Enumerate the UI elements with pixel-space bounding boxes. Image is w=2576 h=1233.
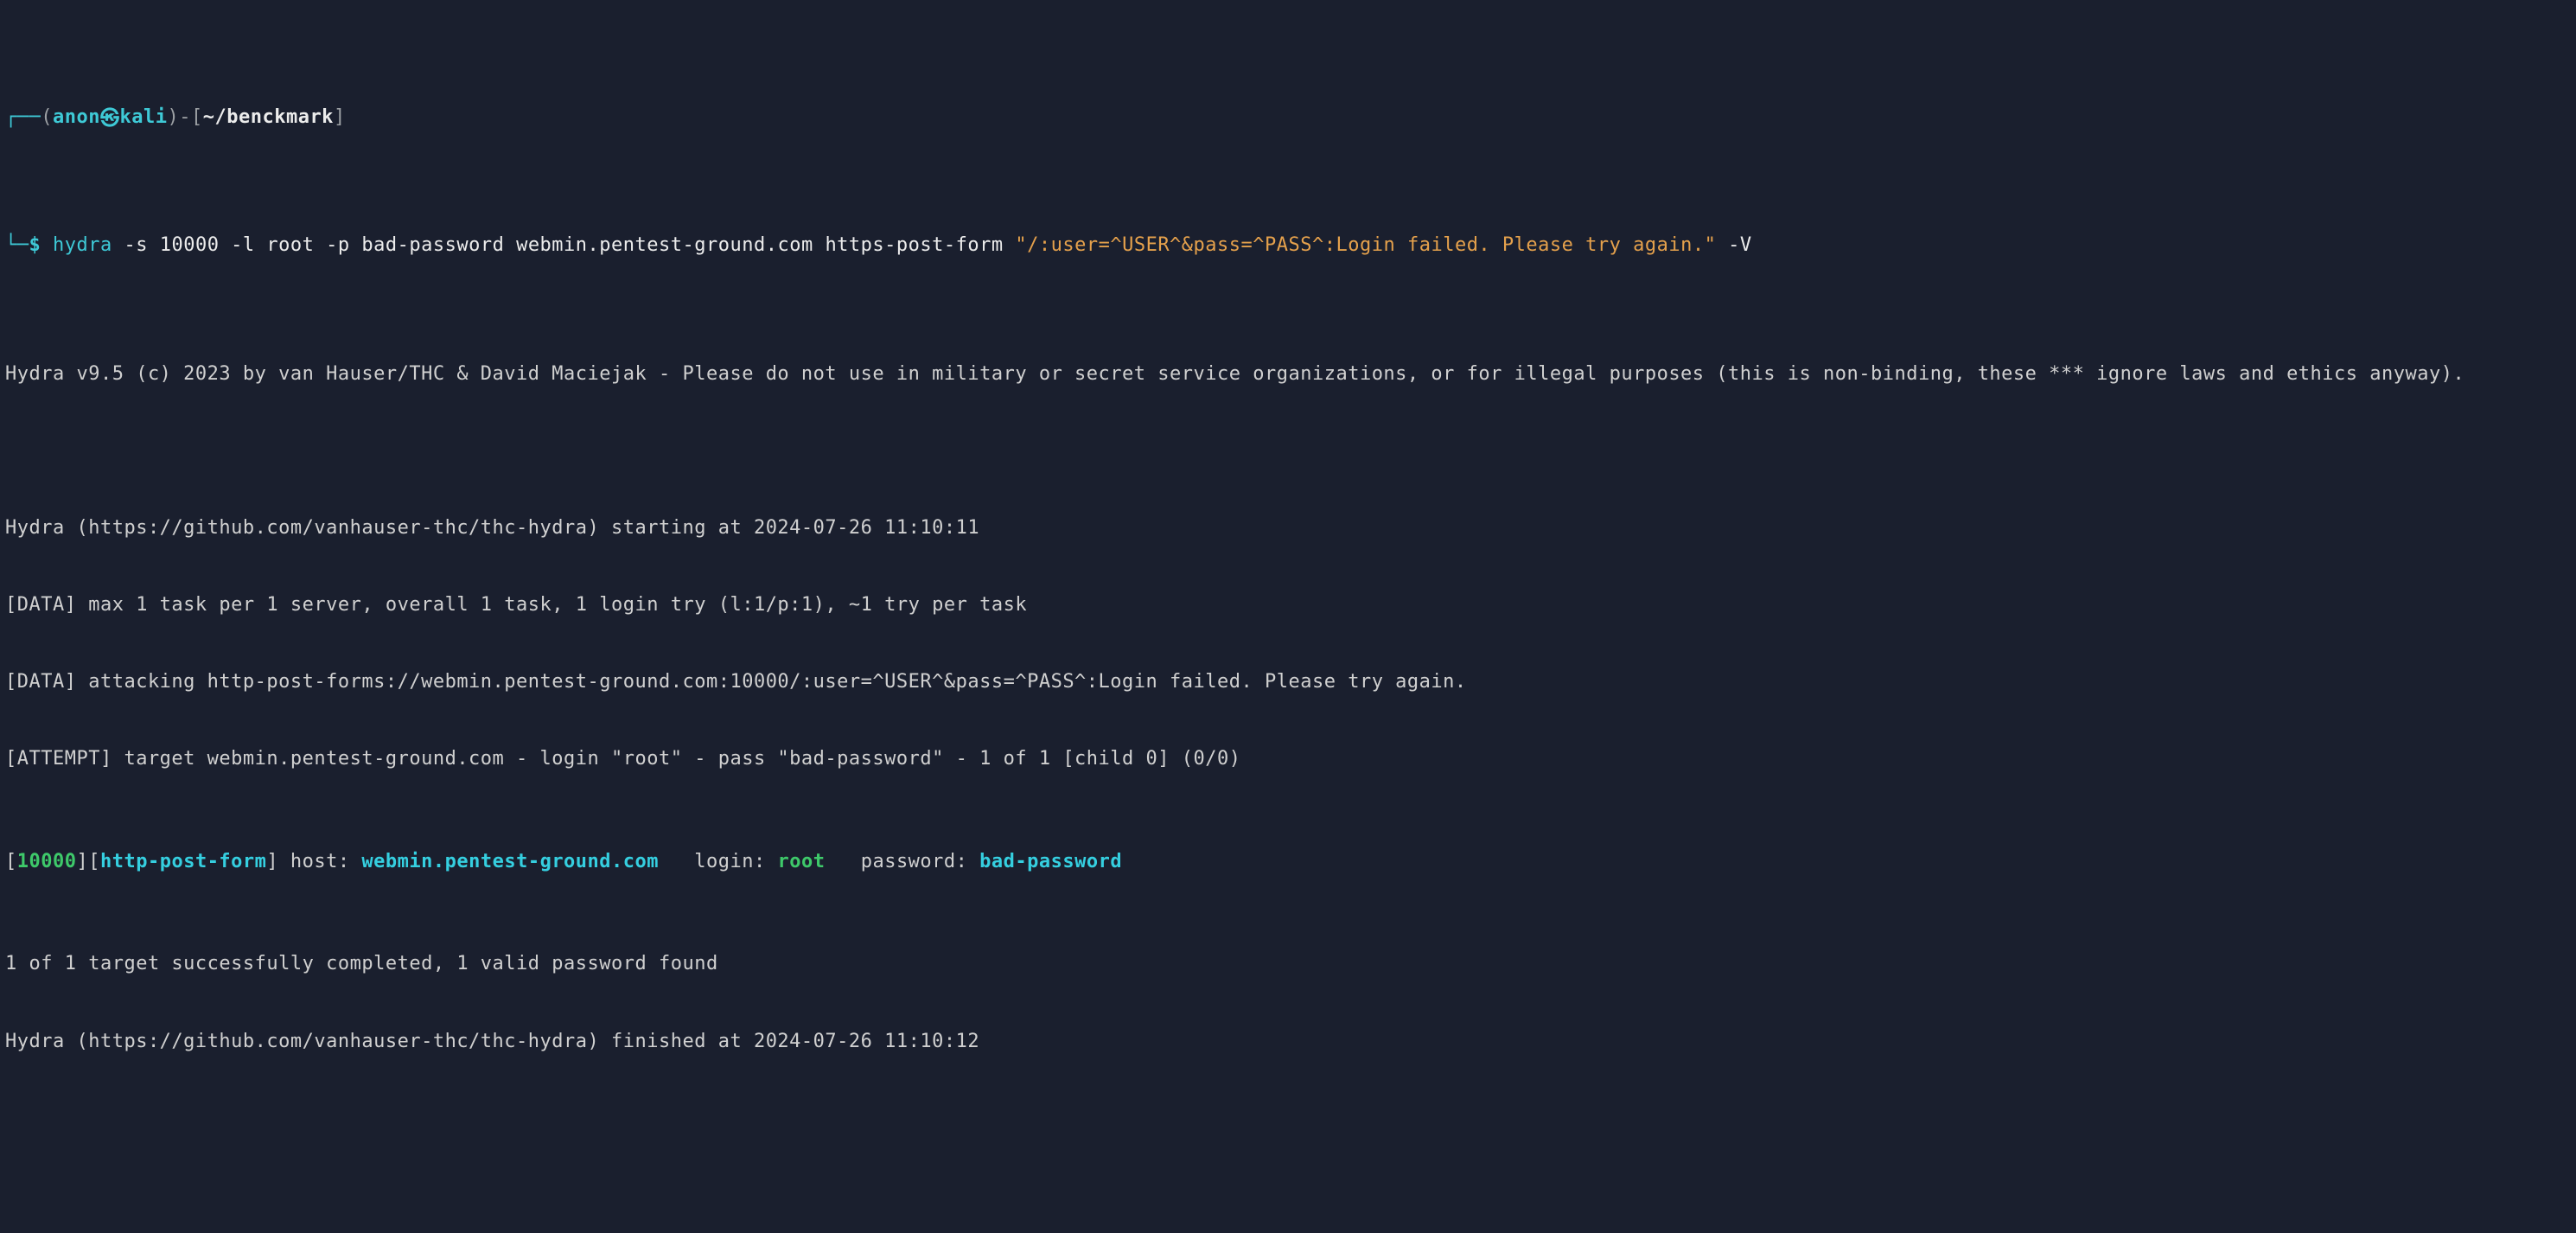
terminal-emulator[interactable]: ┌──(anon㉿kali)-[~/benckmark] └─$ hydra -… (0, 0, 2576, 1233)
result-host: webmin.pentest-ground.com (361, 851, 659, 872)
box-draw-icon: └─ (5, 234, 29, 256)
prompt-user: anon (53, 106, 100, 128)
dash-bracket: -[ (179, 106, 203, 128)
paren-close: ) (167, 106, 179, 128)
output-result-1: [10000][http-post-form] host: webmin.pen… (5, 849, 2571, 875)
result-login: root (777, 851, 825, 872)
prompt-cwd: ~/benckmark (203, 106, 334, 128)
box-draw-icon: ┌── (5, 106, 41, 128)
prompt-host: kali (120, 106, 168, 128)
result-password-label: password: (825, 851, 979, 872)
output-blank-1 (5, 438, 2571, 464)
command-args[interactable]: -s 10000 -l root -p bad-password webmin.… (112, 234, 1016, 256)
output-data-line-1a: [DATA] max 1 task per 1 server, overall … (5, 592, 2571, 618)
command-name[interactable]: hydra (53, 234, 112, 256)
paren-open: ( (41, 106, 53, 128)
dollar-icon: $ (29, 234, 41, 256)
result-service: http-post-form (100, 851, 266, 872)
command-flag[interactable]: -V (1716, 234, 1751, 256)
result-host-label: host: (278, 851, 361, 872)
output-attempt-1: [ATTEMPT] target webmin.pentest-ground.c… (5, 746, 2571, 772)
bracket-close: ] (334, 106, 346, 128)
output-done-1: 1 of 1 target successfully completed, 1 … (5, 951, 2571, 977)
prompt-line-bottom-1: └─$ hydra -s 10000 -l root -p bad-passwo… (5, 233, 2571, 259)
command-quoted-string[interactable]: "/:user=^USER^&pass=^PASS^:Login failed.… (1015, 234, 1716, 256)
output-starting-1: Hydra (https://github.com/vanhauser-thc/… (5, 515, 2571, 541)
output-data-line-1b: [DATA] attacking http-post-forms://webmi… (5, 669, 2571, 695)
output-blank-mid (5, 1131, 2571, 1157)
output-finished-1: Hydra (https://github.com/vanhauser-thc/… (5, 1029, 2571, 1055)
result-login-label: login: (659, 851, 777, 872)
result-port: 10000 (17, 851, 77, 872)
output-banner-1: Hydra v9.5 (c) 2023 by van Hauser/THC & … (5, 361, 2571, 387)
result-password: bad-password (979, 851, 1122, 872)
prompt-line-top-1: ┌──(anon㉿kali)-[~/benckmark] (5, 105, 2571, 131)
skull-icon: ㉿ (100, 108, 120, 130)
